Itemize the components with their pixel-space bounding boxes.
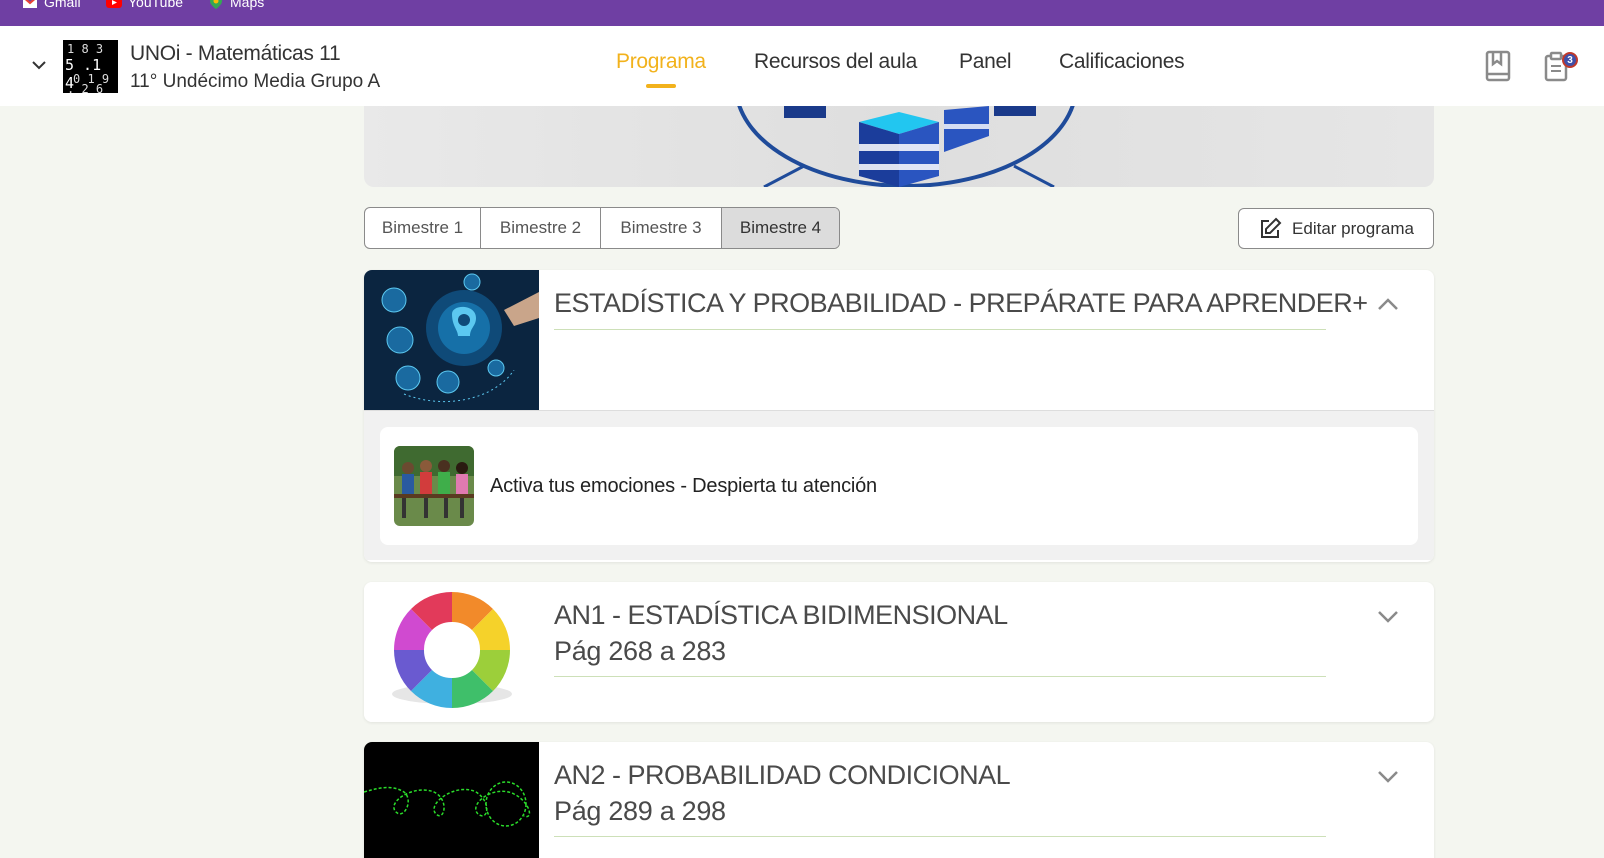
maps-icon xyxy=(210,0,222,9)
book-icon[interactable] xyxy=(1484,50,1514,82)
edit-icon xyxy=(1261,217,1282,238)
chevron-down-icon[interactable] xyxy=(1376,608,1400,624)
unit-pages: Pág 289 a 298 xyxy=(554,796,726,826)
youtube-icon xyxy=(106,0,122,8)
unit-image-spiral xyxy=(364,742,539,858)
unit-card-an2: AN2 - PROBABILIDAD CONDICIONAL Pág 289 a… xyxy=(364,742,1434,858)
tab-bimestre-2[interactable]: Bimestre 2 xyxy=(481,208,601,248)
course-header: 1 8 3 5 .1 4 0 1 9 . 2 6 UNOi - Matemáti… xyxy=(0,26,1604,106)
course-switch-button[interactable] xyxy=(28,54,50,76)
unit-title-divider xyxy=(554,329,1326,330)
unit-image-color-wheel xyxy=(364,582,539,722)
edit-program-button[interactable]: Editar programa xyxy=(1238,208,1434,249)
unit-title-divider xyxy=(554,836,1326,837)
bookmarks-bar: Gmail YouTube Maps xyxy=(0,0,1604,26)
unit-card-preparate: ESTADÍSTICA Y PROBABILIDAD - PREPÁRATE P… xyxy=(364,270,1434,562)
unit-lessons-panel: Activa tus emociones - Despierta tu aten… xyxy=(364,410,1434,560)
nav-calificaciones[interactable]: Calificaciones xyxy=(1059,50,1185,74)
course-subtitle: 11° Undécimo Media Grupo A xyxy=(130,71,381,92)
unit-title: AN2 - PROBABILIDAD CONDICIONAL xyxy=(554,760,1011,790)
unit-card-an1: AN1 - ESTADÍSTICA BIDIMENSIONAL Pág 268 … xyxy=(364,582,1434,722)
bookmark-maps[interactable]: Maps xyxy=(208,0,264,10)
bimestre-tabs: Bimestre 1 Bimestre 2 Bimestre 3 Bimestr… xyxy=(364,207,840,249)
chevron-down-icon[interactable] xyxy=(1376,768,1400,784)
notification-badge: 3 xyxy=(1562,52,1578,68)
unit-title: ESTADÍSTICA Y PROBABILIDAD - PREPÁRATE P… xyxy=(554,288,1368,318)
lesson-label: Activa tus emociones - Despierta tu aten… xyxy=(490,475,877,497)
nav-programa[interactable]: Programa xyxy=(616,50,706,74)
unit-image-ai xyxy=(364,270,539,410)
course-thumbnail: 1 8 3 5 .1 4 0 1 9 . 2 6 xyxy=(63,40,118,93)
tab-bimestre-1[interactable]: Bimestre 1 xyxy=(365,208,481,248)
nav-panel[interactable]: Panel xyxy=(959,50,1012,74)
gmail-icon xyxy=(23,0,37,8)
lesson-image-kids xyxy=(394,446,474,526)
unit-title: AN1 - ESTADÍSTICA BIDIMENSIONAL xyxy=(554,600,1008,630)
tab-bimestre-3[interactable]: Bimestre 3 xyxy=(601,208,722,248)
chevron-up-icon[interactable] xyxy=(1376,296,1400,312)
unit-title-divider xyxy=(554,676,1326,677)
tab-bimestre-4[interactable]: Bimestre 4 xyxy=(722,208,839,248)
bookmark-gmail[interactable]: Gmail xyxy=(22,0,81,10)
chevron-down-icon xyxy=(32,61,46,70)
edit-program-label: Editar programa xyxy=(1292,218,1414,238)
course-banner-image xyxy=(364,106,1434,187)
lesson-item[interactable]: Activa tus emociones - Despierta tu aten… xyxy=(380,427,1418,545)
unit-pages: Pág 268 a 283 xyxy=(554,636,726,666)
bookmark-youtube[interactable]: YouTube xyxy=(106,0,183,10)
course-title: UNOi - Matemáticas 11 xyxy=(130,42,341,65)
nav-recursos-del-aula[interactable]: Recursos del aula xyxy=(754,50,917,74)
nav-active-indicator xyxy=(646,84,676,88)
